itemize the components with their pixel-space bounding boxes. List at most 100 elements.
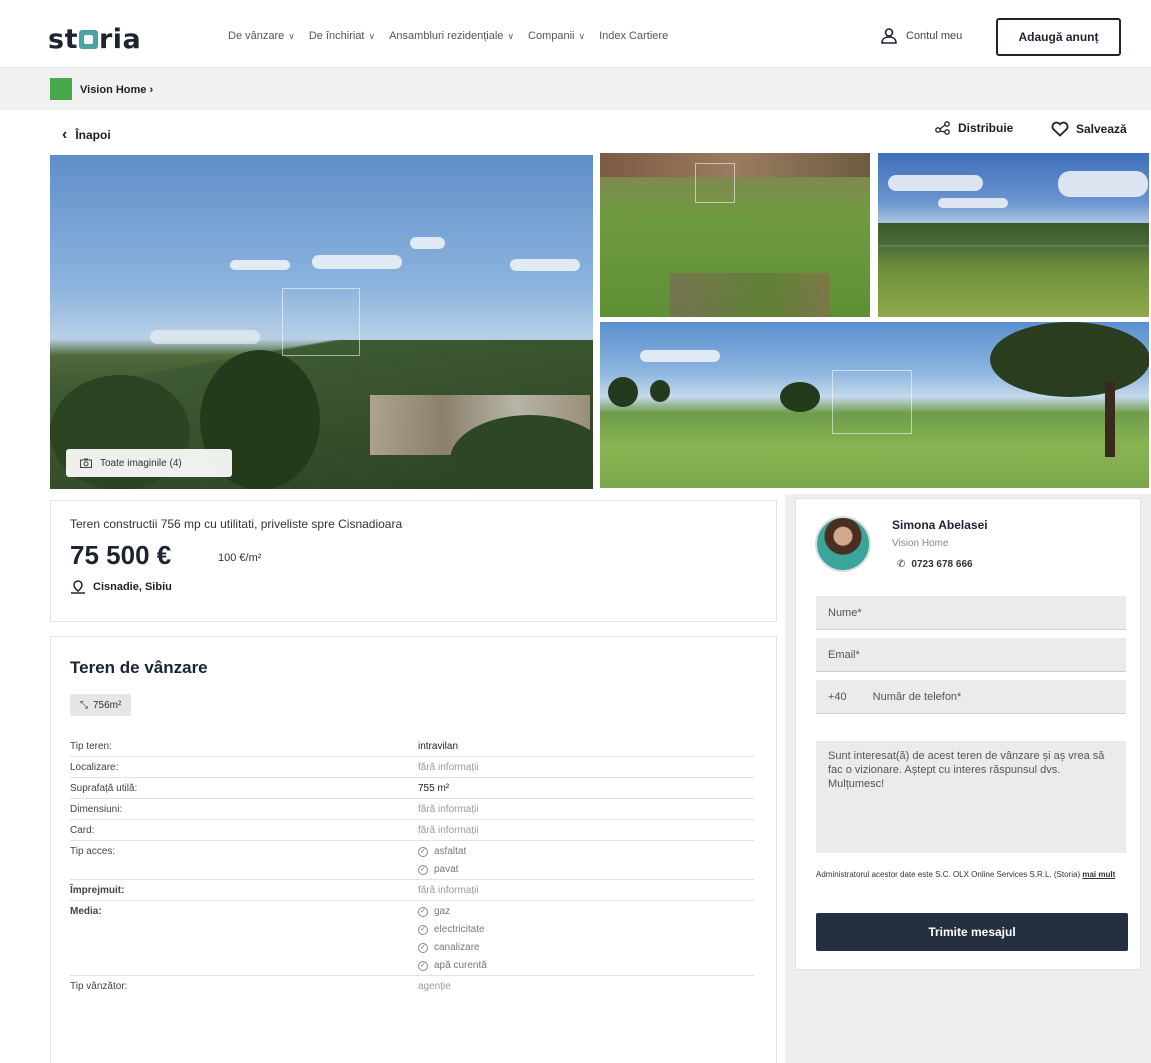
check-circle-icon: ✓	[418, 942, 428, 953]
chevron-right-icon: ›	[149, 84, 154, 96]
chevron-down-icon: ∨	[288, 31, 295, 41]
chevron-down-icon: ∨	[578, 31, 586, 41]
row-value-tip-teren: intravilan	[418, 741, 459, 752]
agency-logo	[50, 78, 72, 100]
row-label-card: Card:	[70, 825, 95, 836]
privacy-more-link[interactable]: mai mult	[1082, 870, 1115, 879]
row-label-localizare: Localizare:	[70, 762, 119, 773]
message-textarea[interactable]: Sunt interesat(ă) de acest teren de vânz…	[816, 741, 1126, 853]
row-label-suprafata: Suprafață utilă:	[70, 783, 138, 794]
row-label-imprejmuit: Împrejmuit:	[70, 885, 125, 896]
agency-link[interactable]: Vision Home ›	[80, 84, 153, 96]
table-row: Tip acces: ✓ asfaltat ✓ pavat	[70, 841, 754, 880]
row-value-suprafata: 755 m²	[418, 783, 450, 794]
nav-companii[interactable]: Companii ∨	[528, 30, 585, 42]
add-listing-button[interactable]: Adaugă anunț	[996, 18, 1121, 56]
dry-branches	[670, 273, 830, 317]
share-label: Distribuie	[958, 121, 1014, 135]
nav-index-cartiere[interactable]: Index Cartiere	[599, 30, 668, 42]
list-item: ✓ canalizare	[418, 942, 487, 953]
cloud	[510, 259, 580, 271]
photo-thumbnail-2[interactable]	[600, 153, 870, 317]
phone-input[interactable]: +40 Număr de telefon*	[816, 680, 1126, 714]
row-value-media: ✓ gaz ✓ electricitate ✓ canalizare ✓ apă cur…	[418, 906, 487, 971]
agent-phone: 0723 678 666	[911, 559, 973, 570]
all-images-label: Toate imaginile (4)	[100, 457, 182, 469]
phone-placeholder: Număr de telefon*	[872, 690, 962, 703]
map-pin-icon	[71, 580, 85, 594]
table-row: Tip teren: intravilan	[70, 736, 754, 757]
storia-logo[interactable]: st ria	[48, 24, 141, 55]
agent-name: Simona Abelasei	[892, 518, 988, 532]
agent-phone-link[interactable]: ✆ 0723 678 666	[897, 559, 973, 570]
share-button[interactable]: Distribuie	[935, 121, 1013, 135]
photo-thumbnail-4[interactable]	[600, 322, 1149, 488]
privacy-notice: Administratorul acestor date este S.C. O…	[816, 869, 1126, 880]
cloud	[1058, 171, 1148, 197]
save-label: Salvează	[1076, 122, 1127, 136]
list-item: ✓ apă curentă	[418, 960, 487, 971]
check-circle-icon: ✓	[418, 906, 428, 917]
tree-trunk	[1105, 382, 1115, 457]
details-table: Tip teren: intravilan Localizare: fără i…	[70, 736, 754, 996]
account-label: Contul meu	[906, 30, 963, 42]
table-row: Localizare: fără informații	[70, 757, 754, 778]
cloud	[230, 260, 290, 270]
back-button[interactable]: ‹ Înapoi	[62, 126, 111, 144]
price-per-sqm: 100 €/m²	[218, 552, 262, 564]
watermark-logo	[832, 370, 912, 434]
main-nav: De vânzare ∨ De închiriat ∨ Ansambluri rez…	[228, 30, 668, 42]
table-row: Dimensiuni: fără informații	[70, 799, 754, 820]
list-item: ✓ pavat	[418, 864, 466, 875]
row-value-imprejmuit: fără informații	[418, 885, 479, 896]
listing-location[interactable]: Cisnadie, Sibiu	[70, 580, 172, 594]
phone-prefix-select[interactable]: +40	[828, 691, 847, 703]
name-input[interactable]: Nume*	[816, 596, 1126, 630]
logo-o-mark	[78, 30, 98, 49]
cloud	[938, 198, 1008, 208]
check-circle-icon: ✓	[418, 960, 428, 971]
check-circle-icon: ✓	[418, 924, 428, 935]
row-value-tip-vanzator: agenție	[418, 981, 451, 992]
check-circle-icon: ✓	[418, 846, 428, 857]
tree-line	[878, 223, 1149, 245]
chevron-down-icon: ∨	[507, 31, 515, 41]
table-row: Împrejmuit: fără informații	[70, 880, 754, 901]
save-button[interactable]: Salvează	[1051, 121, 1127, 137]
chevron-down-icon: ∨	[368, 31, 376, 41]
all-images-button[interactable]: Toate imaginile (4)	[66, 449, 232, 477]
cloud	[410, 237, 445, 249]
nav-ansambluri-rezidentiale[interactable]: Ansambluri rezidențiale ∨	[389, 30, 514, 42]
check-circle-icon: ✓	[418, 864, 428, 875]
email-input[interactable]: Email*	[816, 638, 1126, 672]
row-value-dimensiuni: fără informații	[418, 804, 479, 815]
listing-price: 75 500 €	[70, 540, 172, 570]
top-navigation-bar: st ria De vânzare ∨ De închiriat ∨ Ansamblu…	[0, 0, 1151, 68]
area-chip-label: 756m²	[93, 699, 122, 711]
table-row: Media: ✓ gaz ✓ electricitate ✓ canalizare ✓…	[70, 901, 754, 976]
watermark-logo	[695, 163, 735, 203]
chevron-left-icon: ‹	[62, 126, 68, 143]
table-row: Tip vânzător: agenție	[70, 976, 754, 996]
photo-thumbnail-3[interactable]	[878, 153, 1149, 317]
table-row: Suprafață utilă: 755 m²	[70, 778, 754, 799]
watermark-logo	[282, 288, 360, 356]
row-value-card: fără informații	[418, 825, 479, 836]
agent-agency[interactable]: Vision Home	[892, 538, 949, 549]
tree	[650, 380, 670, 402]
row-label-dimensiuni: Dimensiuni:	[70, 804, 123, 815]
cloud	[888, 175, 983, 191]
nav-de-inchiriat[interactable]: De închiriat ∨	[309, 30, 375, 42]
area-icon: ⤡	[80, 699, 88, 711]
row-value-localizare: fără informații	[418, 762, 479, 773]
back-label: Înapoi	[75, 128, 111, 142]
main-photo[interactable]	[50, 155, 593, 489]
details-heading: Teren de vânzare	[70, 658, 208, 677]
account-link[interactable]: Contul meu	[880, 27, 962, 45]
nav-de-vanzare[interactable]: De vânzare ∨	[228, 30, 295, 42]
send-message-button[interactable]: Trimite mesajul	[816, 913, 1128, 951]
agency-name: Vision Home	[80, 84, 147, 96]
tree	[780, 382, 820, 412]
listing-title: Teren constructii 756 mp cu utilitati, p…	[70, 517, 403, 531]
list-item: ✓ asfaltat	[418, 846, 466, 857]
